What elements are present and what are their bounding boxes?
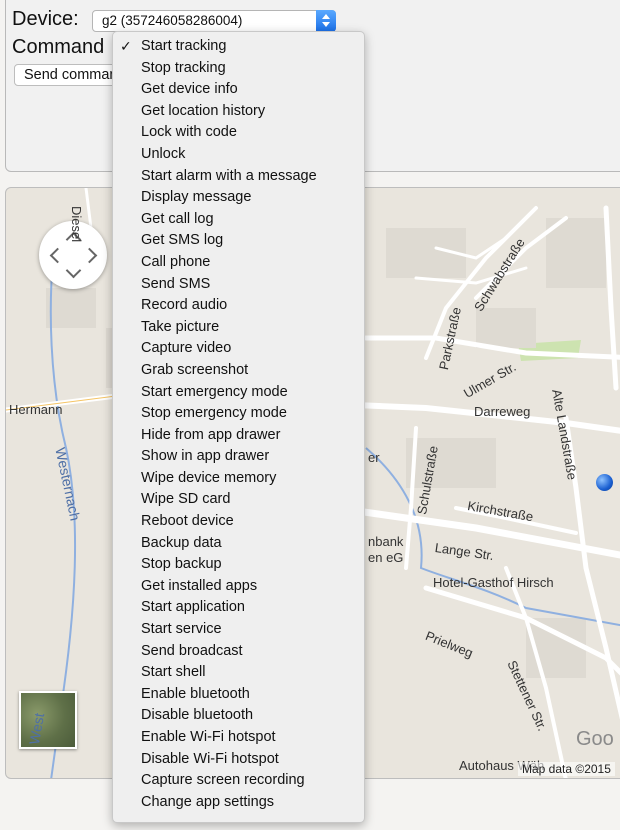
menu-item[interactable]: Start service [113, 619, 364, 641]
menu-item[interactable]: Start application [113, 597, 364, 619]
menu-item-label: Get installed apps [141, 577, 258, 594]
menu-item-label: Show in app drawer [141, 448, 270, 465]
menu-item-label: Disable bluetooth [141, 707, 254, 724]
menu-item[interactable]: Send SMS [113, 274, 364, 296]
menu-item-label: Get location history [141, 102, 266, 119]
map-label-nbank: nbank [368, 534, 404, 549]
menu-item-label: Start alarm with a message [141, 167, 317, 184]
menu-item[interactable]: Disable Wi-Fi hotspot [113, 749, 364, 771]
menu-item-label: Call phone [141, 253, 211, 270]
menu-item-label: Start shell [141, 664, 206, 681]
menu-item-label: Lock with code [141, 124, 237, 141]
menu-item-label: Hide from app drawer [141, 426, 281, 443]
checkmark-icon: ✓ [120, 38, 132, 54]
map-label-diesel: Diesel [69, 206, 84, 243]
menu-item-label: Change app settings [141, 793, 275, 810]
menu-item-label: Record audio [141, 297, 228, 314]
menu-item-label: Start tracking [141, 38, 227, 54]
menu-item-label: Grab screenshot [141, 361, 249, 378]
menu-item-label: Display message [141, 189, 252, 206]
menu-item[interactable]: Hide from app drawer [113, 425, 364, 447]
map-label-hotel: Hotel-Gasthof Hirsch [433, 575, 554, 590]
menu-item-label: Wipe device memory [141, 469, 277, 486]
menu-item[interactable]: Start shell [113, 662, 364, 684]
map-label-en-eg: en eG [368, 550, 404, 565]
menu-item[interactable]: Capture video [113, 338, 364, 360]
menu-item[interactable]: Get device info [113, 79, 364, 101]
menu-item[interactable]: Display message [113, 187, 364, 209]
command-label: Command [12, 36, 105, 58]
menu-item-label: Reboot device [141, 513, 234, 530]
menu-item[interactable]: Lock with code [113, 122, 364, 144]
device-location-marker[interactable] [596, 474, 613, 491]
command-dropdown-menu[interactable]: ✓ Start tracking Stop tracking Get device i… [112, 31, 365, 823]
menu-item-label: Start application [141, 599, 245, 616]
menu-item[interactable]: Call phone [113, 252, 364, 274]
menu-item[interactable]: Capture screen recording [113, 770, 364, 792]
menu-item-label: Disable Wi-Fi hotspot [141, 750, 279, 767]
map-label-er: er [368, 450, 380, 465]
menu-item-label: Enable bluetooth [141, 685, 250, 702]
menu-item-label: Send broadcast [141, 642, 243, 659]
device-select[interactable]: g2 (357246058286004) [92, 10, 336, 32]
pan-left-icon[interactable] [49, 247, 66, 264]
map-label-darreweg: Darreweg [474, 404, 531, 419]
menu-item-label: Get call log [141, 210, 214, 227]
menu-item[interactable]: Show in app drawer [113, 446, 364, 468]
menu-item[interactable]: Backup data [113, 533, 364, 555]
device-label: Device: [12, 8, 79, 30]
menu-item[interactable]: Wipe SD card [113, 489, 364, 511]
menu-item-label: Unlock [141, 145, 186, 162]
menu-item[interactable]: Send broadcast [113, 641, 364, 663]
menu-item[interactable]: Reboot device [113, 511, 364, 533]
menu-item[interactable]: Unlock [113, 144, 364, 166]
map-attribution: Map data ©2015 [518, 762, 615, 776]
menu-item[interactable]: Disable bluetooth [113, 705, 364, 727]
device-select-value: g2 (357246058286004) [102, 13, 243, 28]
menu-item-label: Stop emergency mode [141, 405, 287, 422]
menu-item-label: Get device info [141, 81, 238, 98]
menu-item-label: Send SMS [141, 275, 211, 292]
menu-item-label: Start service [141, 621, 222, 638]
menu-item[interactable]: Stop backup [113, 554, 364, 576]
menu-item-label: Stop backup [141, 556, 222, 573]
menu-item-label: Wipe SD card [141, 491, 231, 508]
menu-item-label: Enable Wi-Fi hotspot [141, 729, 276, 745]
google-logo: Goo [576, 728, 614, 750]
menu-item[interactable]: Get call log [113, 209, 364, 231]
menu-item-label: Capture video [141, 340, 232, 357]
menu-item[interactable]: Get location history [113, 101, 364, 123]
menu-item[interactable]: Stop emergency mode [113, 403, 364, 425]
map-label-hermann: Hermann [9, 402, 63, 417]
menu-item-label: Stop tracking [141, 59, 226, 76]
menu-item-label: Start emergency mode [141, 383, 288, 400]
menu-item[interactable]: Start alarm with a message [113, 166, 364, 188]
menu-item[interactable]: Get installed apps [113, 576, 364, 598]
menu-item[interactable]: Record audio [113, 295, 364, 317]
menu-item[interactable]: Get SMS log [113, 230, 364, 252]
menu-item[interactable]: Wipe device memory [113, 468, 364, 490]
menu-item-label: Get SMS log [141, 232, 224, 249]
pan-right-icon[interactable] [81, 247, 98, 264]
pan-down-icon[interactable] [65, 262, 82, 279]
menu-item[interactable]: Change app settings [113, 792, 364, 814]
menu-item[interactable]: Stop tracking [113, 58, 364, 80]
menu-item-label: Backup data [141, 534, 222, 551]
menu-item[interactable]: Grab screenshot [113, 360, 364, 382]
select-arrows-icon[interactable] [316, 10, 336, 32]
menu-item[interactable]: Start emergency mode [113, 382, 364, 404]
menu-item[interactable]: Enable Wi-Fi hotspot [113, 727, 364, 749]
menu-item[interactable]: Enable bluetooth [113, 684, 364, 706]
menu-item-label: Capture screen recording [141, 772, 305, 789]
menu-item[interactable]: ✓ Start tracking [113, 36, 364, 58]
menu-item-label: Take picture [141, 318, 220, 335]
menu-item[interactable]: Take picture [113, 317, 364, 339]
